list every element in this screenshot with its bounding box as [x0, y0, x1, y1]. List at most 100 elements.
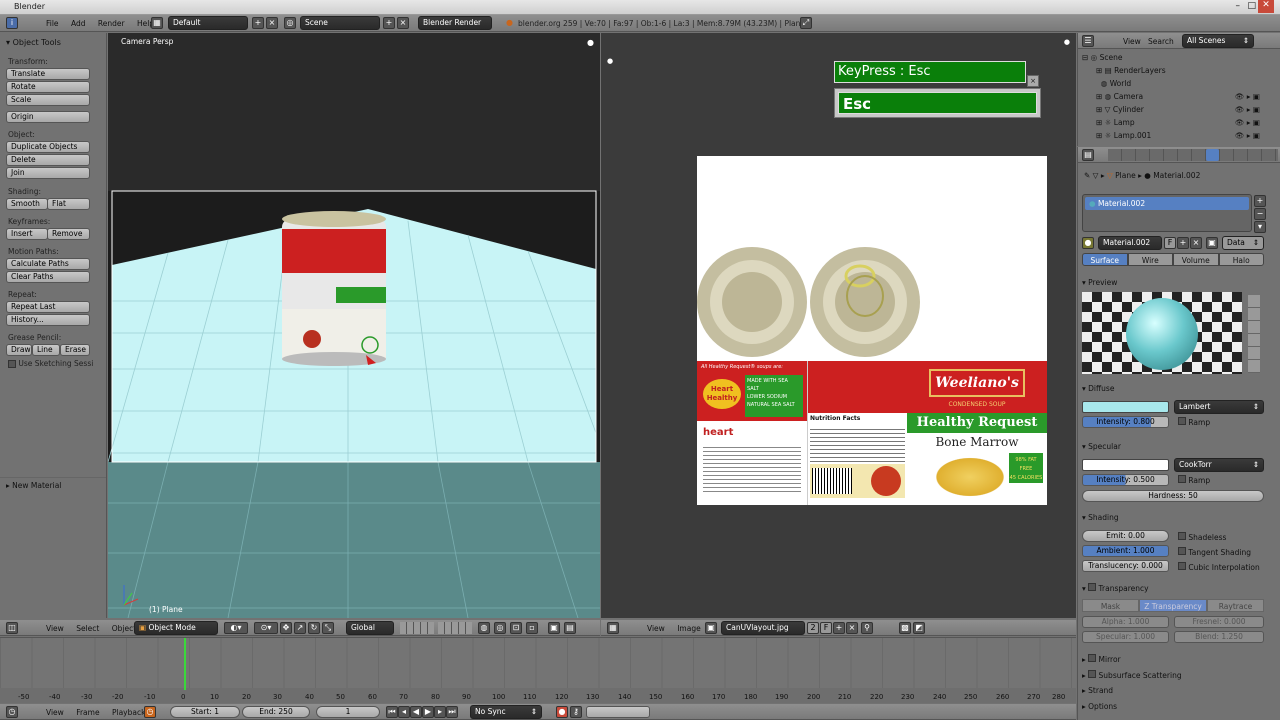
3d-viewport[interactable]: Camera Persp (1) Plane ●: [108, 33, 600, 618]
outliner-item-renderlayers[interactable]: ⊞ ▤ RenderLayers: [1096, 64, 1280, 77]
image-new-icon[interactable]: +: [833, 622, 845, 634]
outliner-item-camera[interactable]: ⊞ ◍ Camera 👁 ▸ ▣: [1096, 90, 1280, 103]
tab-volume[interactable]: Volume: [1173, 253, 1219, 266]
material-fake-user-flag[interactable]: F: [1164, 237, 1176, 249]
texture-image[interactable]: Heart Healthy MADE WITH SEA SALT LOWER S…: [697, 156, 1047, 505]
tab-halo[interactable]: Halo: [1218, 253, 1264, 266]
specular-shader-select[interactable]: CookTorr ⇕: [1174, 458, 1264, 472]
material-name-field[interactable]: Material.002: [1098, 236, 1162, 250]
maximize-button[interactable]: □: [1247, 1, 1256, 11]
close-button[interactable]: ✕: [1258, 0, 1274, 13]
diffuse-panel-header[interactable]: ▾ Diffuse: [1082, 384, 1114, 393]
lock-layers-icon[interactable]: ◍: [478, 622, 490, 634]
menu-file[interactable]: File: [46, 19, 59, 28]
mode-z-transparency[interactable]: Z Transparency: [1139, 599, 1207, 612]
scale-manip-icon[interactable]: ⤡: [322, 622, 334, 634]
preview-type-icons[interactable]: [1248, 295, 1260, 373]
outliner-menu-search[interactable]: Search: [1148, 37, 1174, 46]
properties-context-tabs[interactable]: [1108, 149, 1278, 161]
add-scene-icon[interactable]: +: [383, 17, 395, 29]
rotate-button[interactable]: Rotate: [6, 81, 90, 93]
region-resize-icon[interactable]: ●: [587, 38, 594, 47]
prev-key-icon[interactable]: ◂: [398, 706, 410, 718]
draw-button[interactable]: Draw: [6, 344, 32, 356]
layers-grid-1[interactable]: [400, 622, 434, 634]
material-context-tab-icon[interactable]: [1206, 149, 1219, 161]
flat-button[interactable]: Flat: [47, 198, 90, 210]
snap-icon[interactable]: ⊡: [510, 622, 522, 634]
outliner-menu-view[interactable]: View: [1123, 37, 1141, 46]
minimize-button[interactable]: –: [1236, 1, 1241, 11]
timeline-editor-icon[interactable]: ◷: [6, 706, 18, 718]
image-pin-icon[interactable]: ⚲: [861, 622, 873, 634]
jump-end-icon[interactable]: ⏭: [446, 706, 458, 718]
fresnel-field[interactable]: Fresnel: 0.000: [1174, 616, 1264, 628]
new-material-panel[interactable]: ▸ New Material: [0, 477, 106, 491]
outliner-item-scene[interactable]: ⊟ ◎ Scene: [1082, 51, 1272, 64]
rotate-manip-icon[interactable]: ↻: [308, 622, 320, 634]
smooth-button[interactable]: Smooth: [6, 198, 48, 210]
material-link-select[interactable]: Data ⇕: [1222, 236, 1264, 250]
timeline-menu-frame[interactable]: Frame: [76, 708, 99, 717]
add-layout-icon[interactable]: +: [252, 17, 264, 29]
orientation-select[interactable]: Global: [346, 621, 394, 635]
mode-mask[interactable]: Mask: [1082, 599, 1139, 612]
layers-grid-2[interactable]: [438, 622, 472, 634]
soup-can-model[interactable]: [282, 211, 386, 366]
menu-add[interactable]: Add: [71, 19, 86, 28]
scene-field[interactable]: Scene: [300, 16, 380, 30]
cubic-checkbox[interactable]: Cubic Interpolation: [1178, 562, 1260, 572]
duplicate-objects-button[interactable]: Duplicate Objects: [6, 141, 90, 153]
breadcrumb-material[interactable]: Material.002: [1153, 171, 1200, 180]
editor-type-icon[interactable]: i: [6, 17, 18, 29]
trans-specular-field[interactable]: Specular: 1.000: [1082, 631, 1169, 643]
cylinder-visibility-icons[interactable]: 👁 ▸ ▣: [1235, 103, 1260, 116]
diffuse-color-swatch[interactable]: [1082, 401, 1169, 413]
render-engine-select[interactable]: Blender Render⇕: [418, 16, 492, 30]
overlay-close-icon[interactable]: ×: [1027, 75, 1039, 87]
diffuse-shader-select[interactable]: Lambert ⇕: [1174, 400, 1264, 414]
tangent-checkbox[interactable]: Tangent Shading: [1178, 547, 1251, 557]
tab-surface[interactable]: Surface: [1082, 253, 1128, 266]
timeline[interactable]: -50 -40 -30 -20 -10 0 10 20 30 40 50 60 …: [0, 637, 1076, 703]
repeat-last-button[interactable]: Repeat Last: [6, 301, 90, 313]
shading-panel-header[interactable]: ▾ Shading: [1082, 513, 1119, 522]
breadcrumb-object[interactable]: Plane: [1115, 171, 1136, 180]
join-button[interactable]: Join: [6, 167, 90, 179]
scale-button[interactable]: Scale: [6, 94, 90, 106]
keying-set-field[interactable]: [586, 706, 650, 718]
current-frame-field[interactable]: 1: [316, 706, 380, 718]
remove-keyframe-button[interactable]: Remove: [47, 228, 90, 240]
slot-add-icon[interactable]: +: [1254, 195, 1266, 207]
tab-wire[interactable]: Wire: [1127, 253, 1173, 266]
history-button[interactable]: History...: [6, 314, 90, 326]
preview-panel-header[interactable]: ▾ Preview: [1082, 278, 1117, 287]
record-icon[interactable]: ●: [556, 706, 568, 718]
uv-image-editor[interactable]: ● ● KeyPress : Esc × Esc Heart Healthy M…: [601, 33, 1076, 618]
next-key-icon[interactable]: ▸: [434, 706, 446, 718]
material-new-icon[interactable]: +: [1177, 237, 1189, 249]
proportional-icon[interactable]: ◎: [494, 622, 506, 634]
origin-button[interactable]: Origin: [6, 111, 90, 123]
mode-select[interactable]: ▣ Object Mode: [134, 621, 218, 635]
pin-icon[interactable]: ✎: [1084, 171, 1093, 180]
image-users-count[interactable]: 2: [807, 622, 819, 634]
keying-set-icon[interactable]: ⚷: [570, 706, 582, 718]
erase-button[interactable]: Erase: [60, 344, 90, 356]
material-node-icon[interactable]: ▣: [1206, 237, 1218, 249]
material-unlink-icon[interactable]: ×: [1190, 237, 1202, 249]
image-close-icon[interactable]: ×: [846, 622, 858, 634]
remove-scene-icon[interactable]: ×: [397, 17, 409, 29]
menu-render[interactable]: Render: [98, 19, 125, 28]
snap-element-icon[interactable]: ▫: [526, 622, 538, 634]
clear-paths-button[interactable]: Clear Paths: [6, 271, 90, 283]
uv-editor-type-icon[interactable]: ▦: [607, 622, 619, 634]
sss-panel-header[interactable]: ▸ Subsurface Scattering: [1082, 670, 1182, 680]
lamp-visibility-icons[interactable]: 👁 ▸ ▣: [1235, 116, 1260, 129]
slot-remove-icon[interactable]: −: [1254, 208, 1266, 220]
layout-icon[interactable]: ▦: [151, 17, 163, 29]
translucency-field[interactable]: Translucency: 0.000: [1082, 560, 1169, 572]
delete-button[interactable]: Delete: [6, 154, 90, 166]
ambient-field[interactable]: Ambient: 1.000: [1082, 545, 1169, 557]
menu-view[interactable]: View: [46, 624, 64, 633]
